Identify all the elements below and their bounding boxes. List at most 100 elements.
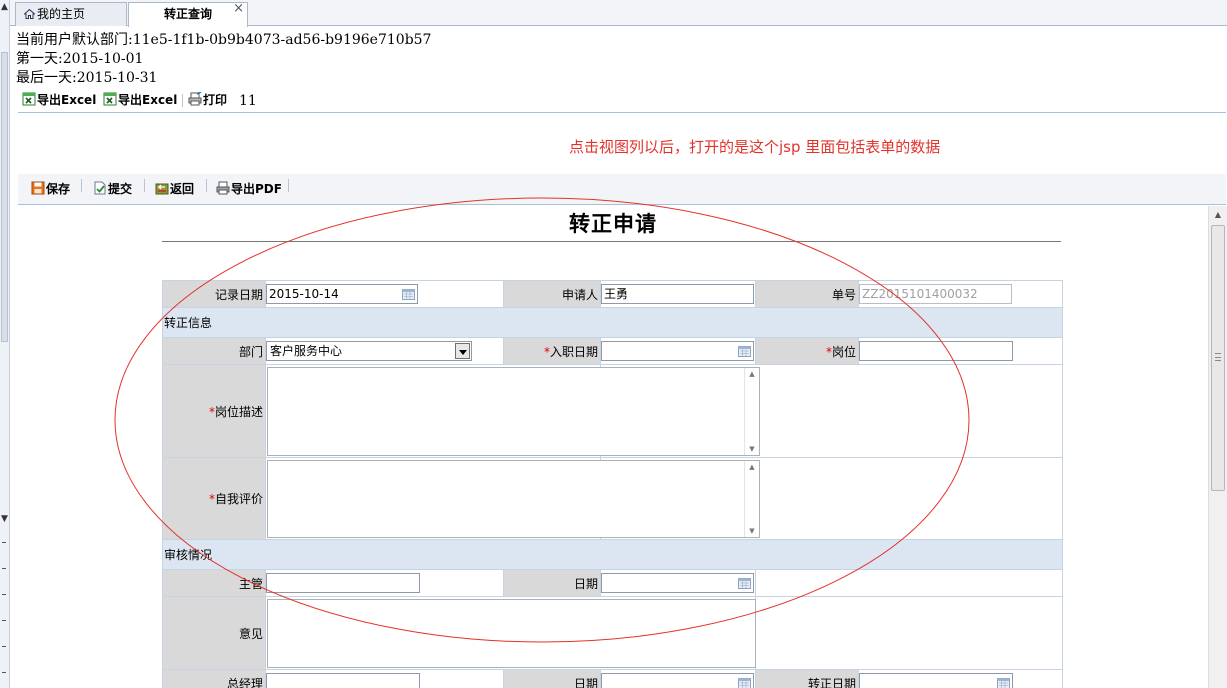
back-icon bbox=[155, 183, 169, 195]
scroll-thumb[interactable] bbox=[1211, 225, 1225, 491]
supervisor-spacer bbox=[755, 569, 1063, 597]
job-desc-cell: ▲ ▼ bbox=[265, 364, 760, 458]
tab-bar: 我的主页 转正查询 × bbox=[10, 0, 1227, 27]
applicant-cell: 王勇 bbox=[600, 280, 756, 308]
textarea-scrollbar[interactable]: ▲ ▼ bbox=[744, 460, 759, 537]
form-row-gm: 总经理 日期 转正日期 bbox=[162, 669, 1063, 688]
job-desc-textarea[interactable]: ▲ ▼ bbox=[267, 366, 760, 456]
export-excel-label: 导出Excel bbox=[37, 93, 97, 107]
save-label: 保存 bbox=[46, 182, 71, 196]
form-row-opinion: 意见 bbox=[162, 596, 1063, 670]
section-row-review: 审核情况 bbox=[162, 539, 1063, 570]
scroll-up-icon[interactable]: ▲ bbox=[1209, 206, 1227, 224]
tab-home[interactable]: 我的主页 bbox=[15, 2, 127, 26]
title-divider bbox=[162, 241, 1061, 242]
gm-date-label: 日期 bbox=[503, 669, 601, 688]
textarea-scrollbar[interactable]: ▲ ▼ bbox=[744, 367, 759, 455]
confirm-date-label: 转正日期 bbox=[755, 669, 859, 688]
job-desc-label-cell: *岗位描述 bbox=[162, 364, 266, 458]
tab-current[interactable]: 转正查询 × bbox=[128, 0, 248, 27]
tab-current-label: 转正查询 bbox=[163, 7, 212, 21]
scroll-up-icon[interactable]: ▲ bbox=[745, 463, 759, 471]
confirm-date-cell bbox=[858, 669, 1063, 688]
tab-home-label: 我的主页 bbox=[37, 7, 86, 21]
number-input[interactable]: ZZ2015101400032 bbox=[859, 284, 1012, 304]
toolbar-separator bbox=[206, 179, 207, 192]
record-date-input[interactable]: 2015-10-14 bbox=[266, 284, 418, 304]
left-scroll-thumb[interactable] bbox=[1, 52, 8, 342]
confirm-date-input[interactable] bbox=[859, 673, 1013, 688]
self-eval-textarea[interactable]: ▲ ▼ bbox=[267, 459, 760, 538]
form-row-job-desc: *岗位描述 ▲ ▼ bbox=[162, 364, 1063, 458]
calendar-icon[interactable] bbox=[738, 677, 751, 688]
export-pdf-button[interactable]: 导出PDF bbox=[216, 180, 282, 198]
scroll-up-icon[interactable]: ▲ bbox=[0, 2, 9, 12]
divider-mark bbox=[2, 646, 6, 647]
back-button[interactable]: 返回 bbox=[155, 180, 194, 198]
save-button[interactable]: 保存 bbox=[31, 180, 70, 198]
chevron-down-icon[interactable] bbox=[455, 343, 470, 359]
gm-cell bbox=[265, 669, 504, 688]
dept-cell: 客户服务中心 bbox=[265, 337, 504, 365]
opinion-textarea[interactable] bbox=[267, 598, 756, 668]
submit-button[interactable]: 提交 bbox=[93, 180, 132, 198]
gm-input[interactable] bbox=[266, 673, 420, 688]
close-icon[interactable]: × bbox=[233, 0, 244, 20]
entry-date-input[interactable] bbox=[601, 341, 754, 361]
annotation-note: 点击视图列以后，打开的是这个jsp 里面包括表单的数据 bbox=[569, 138, 941, 156]
calendar-icon[interactable] bbox=[738, 577, 751, 589]
applicant-label: 申请人 bbox=[503, 280, 601, 308]
back-label: 返回 bbox=[170, 182, 195, 196]
info-first-day: 第一天:2015-10-01 bbox=[16, 51, 144, 67]
export-excel-button[interactable]: 导出Excel bbox=[22, 91, 96, 109]
section-info-title: 转正信息 bbox=[162, 307, 1063, 338]
form-row-self-eval: *自我评价 ▲ ▼ bbox=[162, 457, 1063, 540]
position-cell bbox=[858, 337, 1063, 365]
record-count: 11 bbox=[239, 93, 257, 109]
divider-mark bbox=[2, 594, 6, 595]
applicant-input[interactable]: 王勇 bbox=[601, 284, 754, 304]
job-desc-label: 岗位描述 bbox=[214, 404, 263, 419]
divider-mark bbox=[2, 568, 6, 569]
excel-icon bbox=[22, 92, 36, 106]
supervisor-input[interactable] bbox=[266, 573, 420, 593]
scroll-down-icon[interactable]: ▼ bbox=[745, 527, 759, 535]
gm-date-input[interactable] bbox=[601, 673, 754, 688]
supervisor-date-input[interactable] bbox=[601, 573, 754, 593]
info-last-day: 最后一天:2015-10-31 bbox=[16, 70, 158, 86]
application-form: 记录日期 2015-10-14 申请人 王勇 单号 ZZ201510140003… bbox=[162, 280, 1063, 688]
dept-select[interactable]: 客户服务中心 bbox=[266, 341, 472, 361]
export-pdf-label: 导出PDF bbox=[231, 182, 282, 196]
content-scrollbar[interactable]: ▲ bbox=[1208, 206, 1227, 688]
toolbar-separator bbox=[81, 179, 82, 192]
supervisor-label: 主管 bbox=[162, 569, 266, 597]
gm-date-cell bbox=[600, 669, 756, 688]
opinion-label: 意见 bbox=[162, 596, 266, 670]
toolbar-separator bbox=[144, 179, 145, 192]
self-eval-cell: ▲ ▼ bbox=[265, 457, 760, 540]
submit-label: 提交 bbox=[108, 182, 133, 196]
position-input[interactable] bbox=[859, 341, 1013, 361]
record-date-label: 记录日期 bbox=[162, 280, 266, 308]
print-button[interactable]: 打印 bbox=[188, 91, 227, 109]
calendar-icon[interactable] bbox=[402, 288, 415, 300]
pdf-icon bbox=[216, 181, 230, 195]
calendar-icon[interactable] bbox=[738, 345, 751, 357]
position-label-cell: *岗位 bbox=[755, 337, 859, 365]
left-panel-strip: ▲ ▼ bbox=[0, 0, 10, 688]
save-icon bbox=[31, 181, 45, 195]
supervisor-date-cell bbox=[600, 569, 756, 597]
scroll-down-icon[interactable]: ▼ bbox=[745, 445, 759, 453]
export-excel-button-2[interactable]: 导出Excel bbox=[103, 91, 177, 109]
record-date-value: 2015-10-14 bbox=[269, 287, 339, 301]
form-row-dept: 部门 客户服务中心 *入职日期 *岗位 bbox=[162, 337, 1063, 365]
record-date-cell: 2015-10-14 bbox=[265, 280, 504, 308]
form-row-supervisor: 主管 日期 bbox=[162, 569, 1063, 597]
toolbar-separator bbox=[182, 94, 183, 107]
calendar-icon[interactable] bbox=[997, 677, 1010, 688]
scroll-up-icon[interactable]: ▲ bbox=[745, 370, 759, 378]
grip-icon bbox=[1215, 353, 1221, 361]
section-row-info: 转正信息 bbox=[162, 307, 1063, 338]
number-label: 单号 bbox=[755, 280, 859, 308]
scroll-down-icon[interactable]: ▼ bbox=[0, 514, 9, 524]
